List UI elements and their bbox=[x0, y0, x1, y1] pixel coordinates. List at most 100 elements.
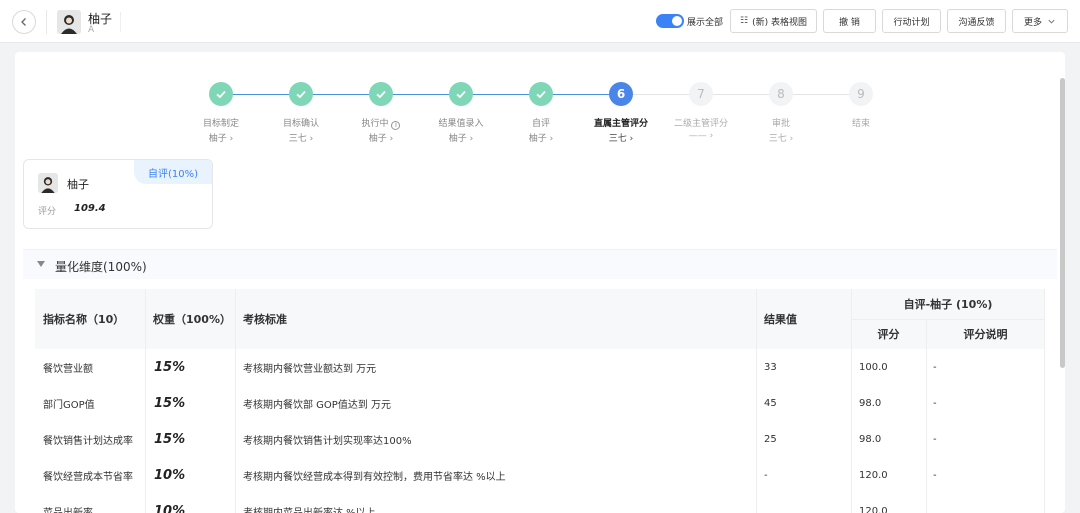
cell-remark: - bbox=[933, 469, 937, 481]
revoke-label: 撤 销 bbox=[839, 17, 860, 28]
step-connector bbox=[393, 94, 449, 95]
cell-score: 120.0 bbox=[859, 505, 888, 513]
step-6-label: 直属主管评分 bbox=[593, 119, 648, 129]
cell-score: 120.0 bbox=[859, 469, 888, 481]
col-header-criteria: 考核标准 bbox=[235, 289, 756, 349]
step-7-circle: 7 bbox=[689, 82, 713, 106]
cell-score: 98.0 bbox=[859, 433, 882, 445]
self-review-card[interactable]: 自评(10%) 柚子 评分 109.4 bbox=[23, 159, 213, 229]
cell-criteria: 考核期内餐饮营业额达到 万元 bbox=[243, 363, 377, 375]
table-divider bbox=[851, 289, 852, 513]
back-button[interactable] bbox=[12, 10, 36, 34]
chevron-right-icon: › bbox=[389, 134, 394, 144]
step-6-owner[interactable]: 三七 › bbox=[576, 131, 666, 144]
score-value: 109.4 bbox=[74, 203, 106, 214]
self-review-badge: 自评(10%) bbox=[134, 160, 212, 184]
step-connector bbox=[313, 94, 369, 95]
vertical-scrollbar[interactable] bbox=[1060, 78, 1065, 368]
cell-result bbox=[756, 493, 851, 513]
table-divider bbox=[926, 319, 927, 513]
step-label-text: 执行中 bbox=[361, 119, 389, 129]
show-all-label: 展示全部 bbox=[687, 18, 724, 28]
cell-weight: 15% bbox=[154, 431, 186, 447]
check-icon bbox=[456, 90, 466, 99]
step-4-owner[interactable]: 柚子 › bbox=[416, 131, 506, 144]
step-connector bbox=[713, 94, 769, 95]
card-user-name: 柚子 bbox=[67, 178, 89, 191]
col-header-weight: 权重（100%） bbox=[145, 289, 235, 349]
table-divider bbox=[851, 319, 1045, 320]
step-connector bbox=[473, 94, 529, 95]
step-3-owner[interactable]: 柚子 › bbox=[336, 131, 426, 144]
step-5-label: 自评 bbox=[531, 119, 550, 129]
collapse-caret-icon[interactable] bbox=[37, 261, 45, 267]
list-icon: ☷ bbox=[740, 16, 749, 26]
feedback-button[interactable]: 沟通反馈 bbox=[947, 9, 1006, 33]
step-owner-name: 柚子 bbox=[208, 134, 227, 144]
step-owner-name: 三七 bbox=[608, 134, 627, 144]
cell-score: 98.0 bbox=[859, 397, 882, 409]
section-title: 量化维度(100%) bbox=[55, 260, 147, 274]
more-label: 更多 bbox=[1023, 17, 1042, 28]
check-icon bbox=[376, 90, 386, 99]
header-divider-2 bbox=[120, 12, 121, 32]
step-connector bbox=[233, 94, 289, 95]
step-owner-name: 柚子 bbox=[368, 134, 387, 144]
step-7-owner[interactable]: —— › bbox=[656, 131, 746, 141]
step-8-owner[interactable]: 三七 › bbox=[736, 131, 826, 144]
cell-result: 25 bbox=[764, 433, 777, 445]
score-label: 评分 bbox=[38, 207, 57, 217]
cell-result: 45 bbox=[764, 397, 777, 409]
step-1-owner[interactable]: 柚子 › bbox=[176, 131, 266, 144]
step-owner-name: 三七 bbox=[768, 134, 787, 144]
info-icon[interactable]: i bbox=[391, 121, 401, 130]
step-8-circle: 8 bbox=[769, 82, 793, 106]
table-divider bbox=[756, 289, 757, 513]
cell-result: - bbox=[764, 469, 768, 481]
cell-criteria: 考核期内餐饮经营成本得到有效控制，费用节省率达 %以上 bbox=[243, 471, 506, 483]
step-7-label: 二级主管评分 bbox=[673, 119, 728, 129]
cell-criteria: 考核期内餐饮部 GOP值达到 万元 bbox=[243, 399, 392, 411]
step-3-circle bbox=[369, 82, 393, 106]
header-user-sub: A bbox=[88, 25, 95, 35]
chevron-right-icon: › bbox=[789, 134, 794, 144]
step-connector bbox=[633, 94, 689, 95]
chevron-right-icon: › bbox=[549, 134, 554, 144]
show-all-toggle[interactable] bbox=[656, 14, 684, 28]
check-icon bbox=[536, 90, 546, 99]
table-divider bbox=[145, 289, 146, 513]
cell-result: 33 bbox=[764, 361, 777, 373]
step-8-label: 审批 bbox=[771, 119, 790, 129]
chevron-right-icon: › bbox=[229, 134, 234, 144]
avatar bbox=[57, 10, 81, 34]
step-5-owner[interactable]: 柚子 › bbox=[496, 131, 586, 144]
section-header[interactable]: 量化维度(100%) bbox=[23, 249, 1057, 279]
step-9-circle: 9 bbox=[849, 82, 873, 106]
col-header-name: 指标名称（10） bbox=[35, 289, 145, 349]
cell-weight: 15% bbox=[154, 395, 186, 411]
cell-criteria: 考核期内餐饮销售计划实现率达100% bbox=[243, 435, 412, 447]
check-icon bbox=[216, 90, 226, 99]
step-owner-name: 三七 bbox=[288, 134, 307, 144]
col-header-remark: 评分说明 bbox=[926, 319, 1045, 349]
action-plan-label: 行动计划 bbox=[893, 17, 930, 28]
more-button[interactable]: 更多 bbox=[1012, 9, 1068, 33]
chevron-right-icon: › bbox=[629, 134, 634, 144]
table-view-button[interactable]: ☷ (新) 表格视图 bbox=[730, 9, 817, 33]
cell-weight: 15% bbox=[154, 359, 186, 375]
user-avatar-icon bbox=[38, 173, 58, 193]
step-5-circle bbox=[529, 82, 553, 106]
revoke-button[interactable]: 撤 销 bbox=[823, 9, 876, 33]
cell-remark: - bbox=[933, 397, 937, 409]
action-plan-button[interactable]: 行动计划 bbox=[882, 9, 941, 33]
chevron-right-icon: › bbox=[309, 134, 314, 144]
col-header-self-review: 自评-柚子 (10%) bbox=[851, 289, 1045, 319]
cell-name: 菜品出新率 bbox=[43, 507, 93, 513]
step-2-owner[interactable]: 三七 › bbox=[256, 131, 346, 144]
cell-remark bbox=[926, 493, 1045, 513]
step-1-circle bbox=[209, 82, 233, 106]
cell-score: 100.0 bbox=[859, 361, 888, 373]
col-header-score: 评分 bbox=[851, 319, 926, 349]
header-divider bbox=[46, 10, 47, 34]
cell-remark: - bbox=[933, 361, 937, 373]
